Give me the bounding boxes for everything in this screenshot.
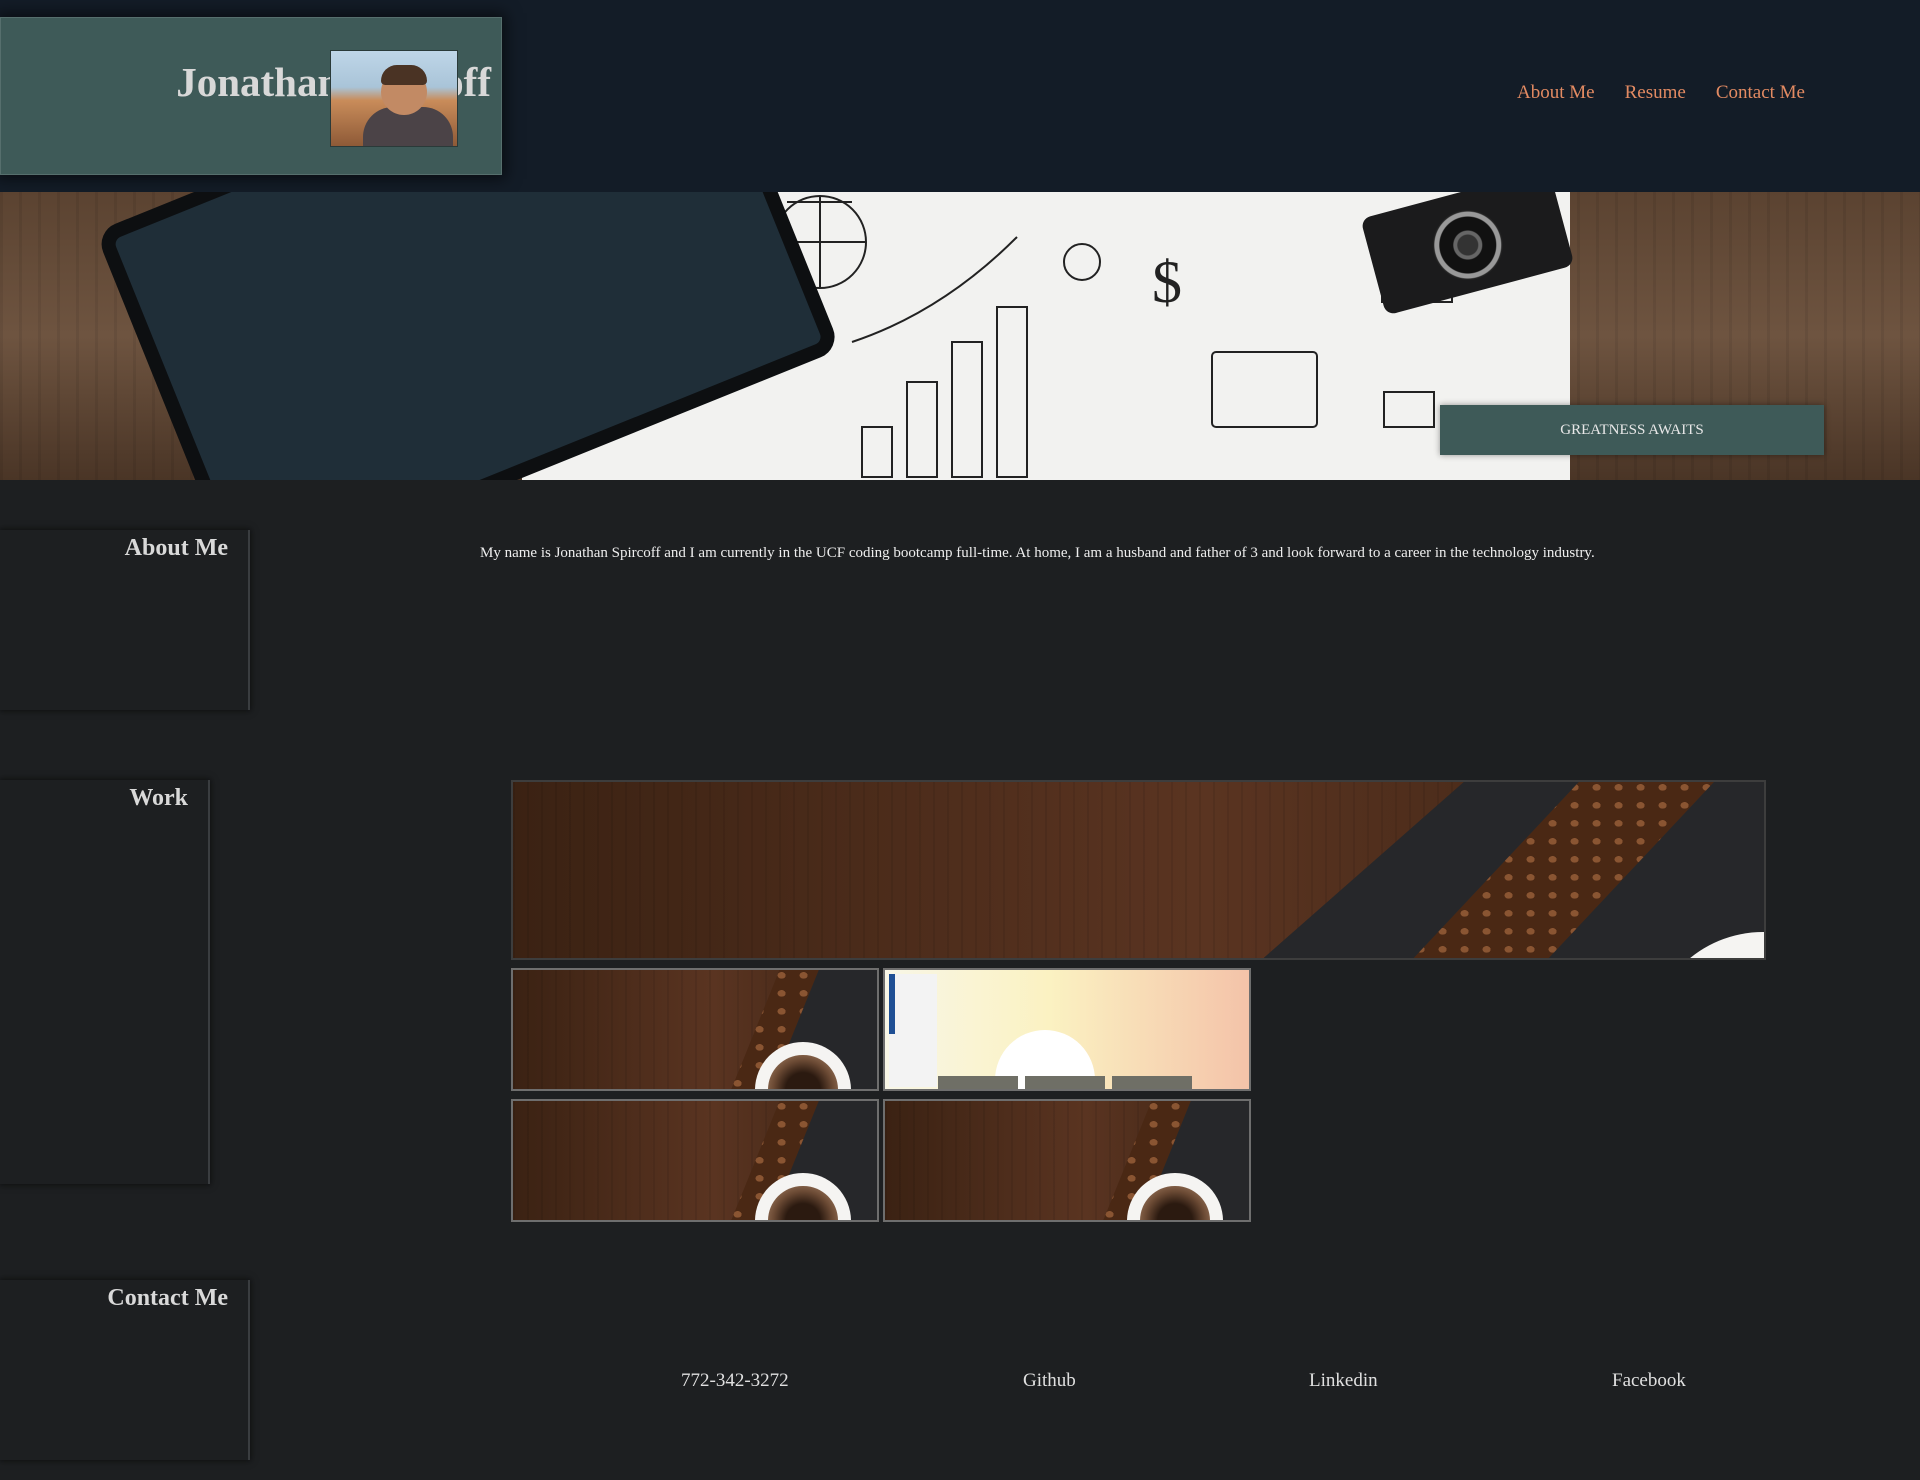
camera-lens <box>1424 202 1511 288</box>
work-thumb-1[interactable] <box>511 968 879 1091</box>
work-heading: Work <box>129 785 188 811</box>
contact-linkedin[interactable]: Linkedin <box>1309 1370 1378 1392</box>
main-nav: About Me Resume Contact Me <box>1517 82 1805 104</box>
thumb-card <box>938 1076 1018 1089</box>
thumb-sidebar <box>889 974 937 1087</box>
thumb-card <box>1112 1076 1192 1089</box>
greatness-awaits-button[interactable]: GREATNESS AWAITS <box>1440 405 1824 455</box>
avatar-hair <box>381 65 427 85</box>
contact-github[interactable]: Github <box>1023 1370 1076 1392</box>
thumb-card <box>1025 1076 1105 1089</box>
avatar <box>330 50 458 147</box>
contact-me-heading: Contact Me <box>107 1285 228 1311</box>
nav-about-me[interactable]: About Me <box>1517 82 1595 104</box>
brand-box: Jonathan Spircoff <box>0 17 502 175</box>
work-thumb-4[interactable] <box>883 1099 1251 1222</box>
about-me-text: My name is Jonathan Spircoff and I am cu… <box>480 545 1595 561</box>
about-me-label-box: About Me <box>0 530 250 710</box>
nav-resume[interactable]: Resume <box>1625 82 1686 104</box>
nav-contact-me[interactable]: Contact Me <box>1716 82 1805 104</box>
work-label-box: Work <box>0 780 210 1184</box>
work-feature-image[interactable] <box>511 780 1766 960</box>
work-thumb-3[interactable] <box>511 1099 879 1222</box>
contact-facebook[interactable]: Facebook <box>1612 1370 1686 1392</box>
site-header: Jonathan Spircoff About Me Resume Contac… <box>0 0 1920 192</box>
svg-text:$: $ <box>1152 249 1182 315</box>
about-me-heading: About Me <box>124 535 228 561</box>
work-thumb-2[interactable] <box>883 968 1251 1091</box>
contact-me-label-box: Contact Me <box>0 1280 250 1460</box>
contact-phone[interactable]: 772-342-3272 <box>681 1370 789 1392</box>
hero-banner: $ GREATNESS AWAITS <box>0 192 1920 480</box>
